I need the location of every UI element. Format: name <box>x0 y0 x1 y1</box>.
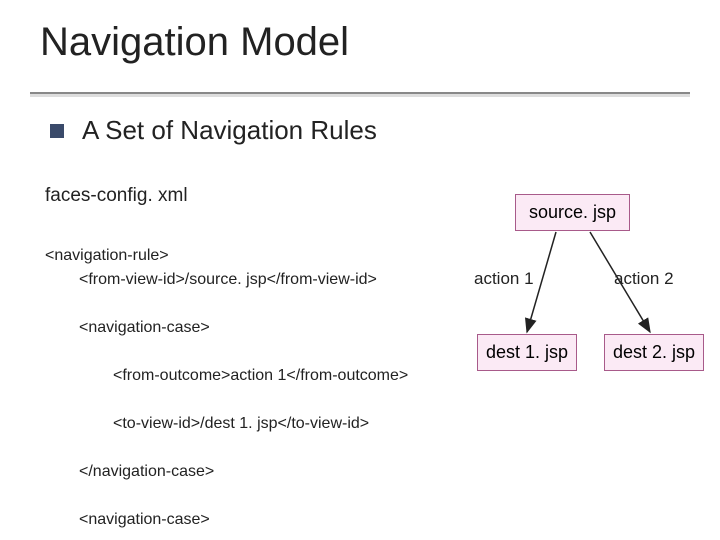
subtitle-row: A Set of Navigation Rules <box>50 115 377 146</box>
code-line: <navigation-case> <box>45 508 408 532</box>
bullet-icon <box>50 124 64 138</box>
filename-label: faces-config. xml <box>45 185 188 207</box>
diagram-edge-label-action1: action 1 <box>474 269 534 289</box>
diagram-edge-label-action2: action 2 <box>614 269 674 289</box>
code-line: <to-view-id>/dest 1. jsp</to-view-id> <box>45 412 408 436</box>
xml-code-block: <navigation-rule> <from-view-id>/source.… <box>45 220 408 540</box>
diagram-node-dest2: dest 2. jsp <box>604 334 704 371</box>
code-line: <from-view-id>/source. jsp</from-view-id… <box>45 268 408 292</box>
slide-title: Navigation Model <box>40 20 349 65</box>
slide: Navigation Model A Set of Navigation Rul… <box>0 0 720 540</box>
code-line: <navigation-rule> <box>45 247 169 264</box>
subtitle-text: A Set of Navigation Rules <box>82 115 377 146</box>
code-line: <from-outcome>action 1</from-outcome> <box>45 364 408 388</box>
diagram-node-dest1: dest 1. jsp <box>477 334 577 371</box>
code-line: <navigation-case> <box>45 316 408 340</box>
diagram-node-source: source. jsp <box>515 194 630 231</box>
code-line: </navigation-case> <box>45 460 408 484</box>
title-rule-shadow <box>30 94 690 97</box>
